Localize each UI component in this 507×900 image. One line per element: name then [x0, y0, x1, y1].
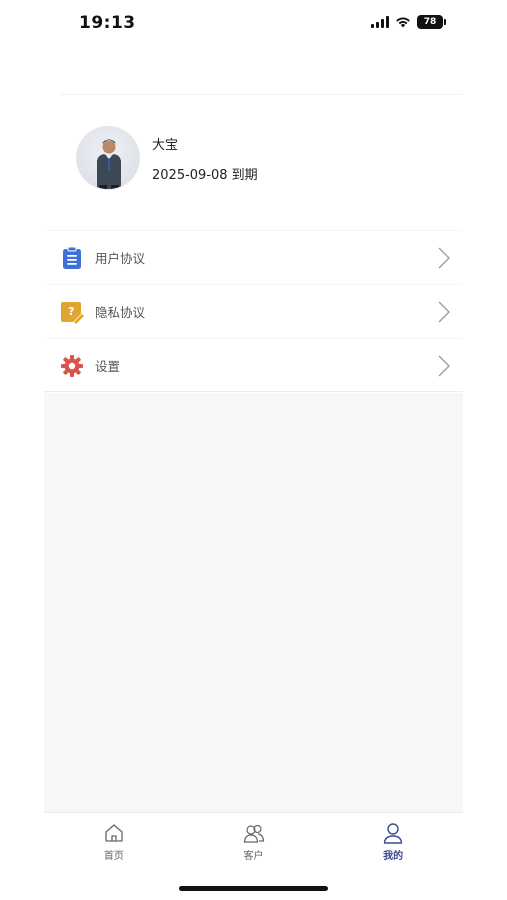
tab-label: 首页 — [103, 851, 124, 862]
menu-item-privacy-agreement[interactable]: ? 隐私协议 — [44, 284, 463, 338]
tab-customers[interactable]: 客户 — [184, 813, 324, 868]
menu-item-label: 隐私协议 — [95, 305, 146, 320]
content-background — [44, 393, 463, 812]
menu-item-label: 用户协议 — [95, 251, 146, 266]
home-icon — [105, 824, 123, 842]
wifi-icon — [396, 17, 410, 28]
user-icon — [383, 823, 403, 844]
tab-mine[interactable]: 我的 — [323, 813, 463, 868]
profile-text: 大宝 2025-09-08 到期 — [152, 134, 258, 183]
status-icons: 78 — [371, 15, 446, 29]
signal-icon — [371, 16, 389, 28]
users-icon — [243, 824, 264, 843]
menu-list: 用户协议 ? 隐私协议 设置 — [44, 230, 463, 392]
menu-item-settings[interactable]: 设置 — [44, 338, 463, 392]
top-divider — [60, 94, 462, 95]
bottom-tab-bar: 首页 客户 我的 — [44, 812, 463, 868]
status-time: 19:13 — [79, 13, 136, 33]
chevron-right-icon — [438, 355, 450, 377]
profile-card[interactable]: 大宝 2025-09-08 到期 — [76, 126, 258, 190]
status-bar: 19:13 78 — [0, 0, 507, 46]
home-indicator[interactable] — [179, 886, 328, 891]
chevron-right-icon — [438, 301, 450, 323]
chevron-right-icon — [438, 247, 450, 269]
svg-text:?: ? — [68, 305, 74, 318]
tab-label: 我的 — [383, 851, 404, 862]
question-note-icon: ? — [61, 302, 84, 324]
battery-icon: 78 — [417, 15, 446, 29]
profile-name: 大宝 — [152, 137, 179, 153]
avatar-photo — [97, 139, 121, 189]
profile-expiry: 2025-09-08 到期 — [152, 167, 258, 183]
menu-item-user-agreement[interactable]: 用户协议 — [44, 230, 463, 284]
tab-label: 客户 — [243, 851, 264, 862]
tab-home[interactable]: 首页 — [44, 813, 184, 868]
gear-icon — [61, 355, 83, 377]
avatar[interactable] — [76, 126, 140, 190]
menu-item-label: 设置 — [95, 358, 121, 374]
clipboard-icon — [63, 246, 81, 269]
